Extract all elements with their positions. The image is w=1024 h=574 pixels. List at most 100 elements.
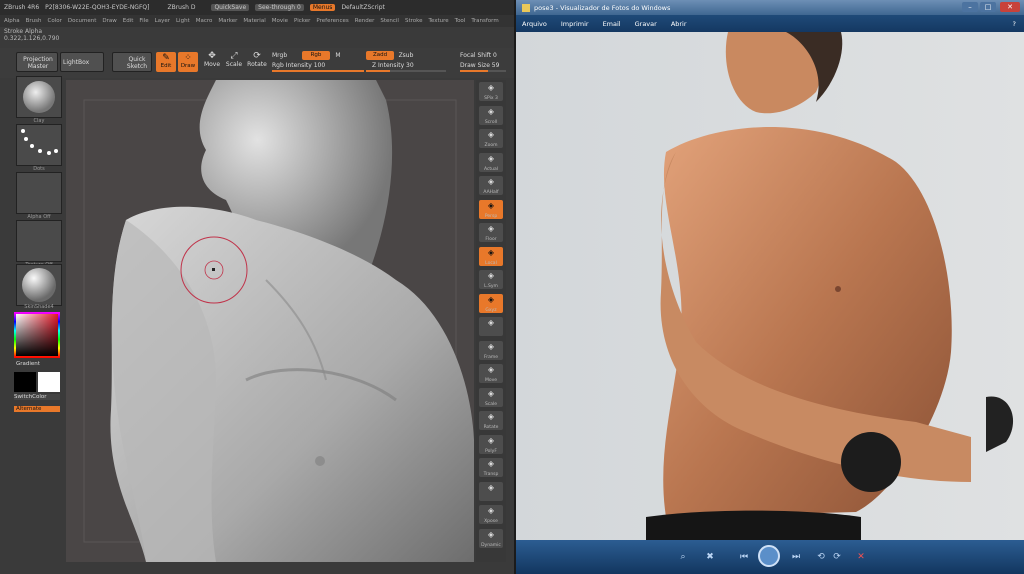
zbrush-menu-alpha[interactable]: Alpha xyxy=(4,18,20,24)
menus-button[interactable]: Menus xyxy=(309,4,336,11)
fit-icon[interactable]: ✖ xyxy=(702,550,718,564)
close-button[interactable]: ✕ xyxy=(1000,2,1020,12)
draw-label: Draw xyxy=(180,63,196,69)
draw-size-slider[interactable] xyxy=(460,70,506,72)
alternate-button[interactable]: Alternate xyxy=(14,406,60,412)
minimize-button[interactable]: – xyxy=(962,2,978,12)
texture-selector[interactable] xyxy=(16,220,62,262)
menu-arquivo[interactable]: Arquivo xyxy=(522,20,547,28)
slideshow-button[interactable] xyxy=(758,545,780,567)
zbrush-menu-tool[interactable]: Tool xyxy=(455,18,466,24)
zsub-button[interactable]: Zsub xyxy=(396,52,416,59)
rgb-intensity-label[interactable]: Rgb Intensity 100 xyxy=(272,62,342,69)
menu-imprimir[interactable]: Imprimir xyxy=(561,20,589,28)
zbrush-title-bar: ZBrush 4R6 P2[8306-W22E-QOH3-EYDE-NGFQ] … xyxy=(0,0,514,15)
rgb-intensity-slider[interactable] xyxy=(272,70,364,72)
solo-button[interactable]: ◈ xyxy=(479,481,503,501)
zbrush-menu-texture[interactable]: Texture xyxy=(429,18,449,24)
focal-shift-label[interactable]: Focal Shift 0 xyxy=(460,52,506,59)
rotate-button[interactable]: ◈ xyxy=(479,317,503,336)
brush-selector[interactable] xyxy=(16,76,62,118)
viewer-title: pose3 - Visualizador de Fotos do Windows xyxy=(534,3,671,12)
menu-abrir[interactable]: Abrir xyxy=(671,20,687,28)
lightbox-button[interactable]: LightBox xyxy=(60,52,104,72)
sculpt-canvas[interactable] xyxy=(66,80,474,562)
draw-button[interactable]: ⁘ Draw xyxy=(178,52,198,72)
zbrush-menu-document[interactable]: Document xyxy=(68,18,97,24)
viewer-app-icon xyxy=(522,3,530,12)
draw-icon: ⁘ xyxy=(184,53,192,63)
xyz-icon: ◈ xyxy=(487,294,495,304)
zbrush-menu-preferences[interactable]: Preferences xyxy=(316,18,348,24)
main-color-swatch[interactable] xyxy=(14,372,36,392)
material-selector[interactable] xyxy=(16,264,62,306)
local-icon: ◈ xyxy=(487,247,495,257)
zbrush-menu-macro[interactable]: Macro xyxy=(196,18,213,24)
projection-master-button[interactable]: Projection Master xyxy=(16,52,58,72)
rotate-left-icon[interactable]: ⟲ xyxy=(814,550,828,564)
color-picker[interactable] xyxy=(14,312,60,358)
zbrush-menu-brush[interactable]: Brush xyxy=(26,18,42,24)
move-label: Move xyxy=(203,61,221,68)
zbrush-menu-color[interactable]: Color xyxy=(48,18,62,24)
zbrush-menu-picker[interactable]: Picker xyxy=(294,18,310,24)
zbrush-menu-bar: Alpha Brush Color Document Draw Edit File Layer… xyxy=(0,15,514,27)
zbrush-menu-transform[interactable]: Transform xyxy=(471,18,498,24)
right-shelf-label: Frame xyxy=(483,354,499,360)
lsym-icon: ◈ xyxy=(487,271,495,280)
rotate-button[interactable]: ⟳ Rotate xyxy=(246,52,268,69)
script-name[interactable]: DefaultZScript xyxy=(341,4,384,11)
seethrough-slider[interactable]: See-through 0 xyxy=(255,4,304,11)
transp-icon: ◈ xyxy=(487,459,495,468)
move-button[interactable]: ✥ Move xyxy=(202,52,222,69)
right-shelf-label: Xpose xyxy=(484,519,498,524)
scale-button[interactable]: ⤢ Scale xyxy=(224,51,244,69)
switchcolor-button[interactable]: SwitchColor xyxy=(14,394,60,400)
seethrough-value: 0 xyxy=(297,4,301,11)
z-intensity-label[interactable]: Z Intensity 30 xyxy=(372,62,442,69)
maximize-button[interactable]: □ xyxy=(980,2,996,12)
alpha-selector[interactable] xyxy=(16,172,62,214)
xpose-icon: ◈ xyxy=(487,506,495,515)
draw-size-label[interactable]: Draw Size 59 xyxy=(460,62,510,69)
edit-button[interactable]: ✎ Edit xyxy=(156,52,176,72)
mrgb-button[interactable]: Mrgb xyxy=(272,52,292,59)
solo-icon: ◈ xyxy=(487,482,495,492)
previous-icon[interactable]: ⏮ xyxy=(734,550,754,564)
zbrush-menu-file[interactable]: File xyxy=(139,18,148,24)
zbrush-menu-marker[interactable]: Marker xyxy=(218,18,237,24)
right-shelf-label: AAHalf xyxy=(483,190,499,195)
rotate-right-icon[interactable]: ⟳ xyxy=(830,550,844,564)
zbrush-menu-render[interactable]: Render xyxy=(355,18,375,24)
menu-gravar[interactable]: Gravar xyxy=(635,20,657,28)
help-icon[interactable]: ? xyxy=(1013,20,1016,28)
zbrush-menu-edit[interactable]: Edit xyxy=(123,18,134,24)
info-readout: Stroke Alpha 0.322,1.126,0.790 xyxy=(4,28,59,42)
delete-icon[interactable]: ✕ xyxy=(854,550,868,564)
zbrush-menu-draw[interactable]: Draw xyxy=(102,18,116,24)
quicksave-button[interactable]: QuickSave xyxy=(211,4,250,11)
zoom-icon: ◈ xyxy=(487,130,495,139)
secondary-color-swatch[interactable] xyxy=(38,372,60,392)
next-icon[interactable]: ⏭ xyxy=(786,550,806,564)
zadd-button[interactable]: Zadd xyxy=(366,51,394,60)
scale-icon: ⤢ xyxy=(230,51,238,61)
gradient-label[interactable]: Gradient xyxy=(16,361,40,367)
zbrush-menu-stencil[interactable]: Stencil xyxy=(380,18,399,24)
zoom-icon[interactable]: ⌕ xyxy=(672,550,694,564)
zbrush-menu-movie[interactable]: Movie xyxy=(272,18,288,24)
edit-icon: ✎ xyxy=(162,53,170,63)
zbrush-menu-stroke[interactable]: Stroke xyxy=(405,18,423,24)
zbrush-menu-material[interactable]: Material xyxy=(243,18,265,24)
rgb-button[interactable]: Rgb xyxy=(302,51,330,60)
quick-sketch-button[interactable]: Quick Sketch xyxy=(112,52,152,72)
stroke-selector[interactable] xyxy=(16,124,62,166)
right-shelf-label: L.Sym xyxy=(484,284,498,289)
photo-viewer-window: pose3 - Visualizador de Fotos do Windows… xyxy=(516,0,1024,574)
rotate-icon: ◈ xyxy=(487,318,495,327)
menu-email[interactable]: Email xyxy=(603,20,621,28)
m-button[interactable]: M xyxy=(334,52,342,59)
zbrush-menu-light[interactable]: Light xyxy=(176,18,190,24)
zbrush-menu-layer[interactable]: Layer xyxy=(155,18,170,24)
z-intensity-slider[interactable] xyxy=(366,70,446,72)
